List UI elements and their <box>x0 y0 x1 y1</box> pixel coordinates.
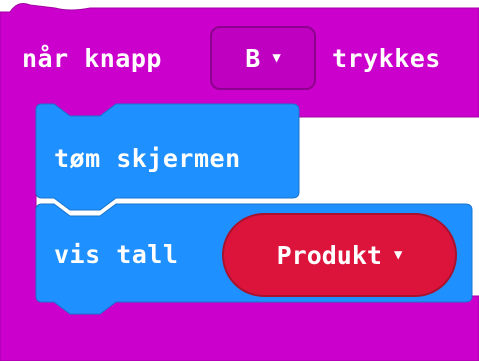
show-number-label: vis tall <box>54 240 179 269</box>
variable-dropdown[interactable]: Produkt ▼ <box>222 213 457 297</box>
event-suffix-label: trykkes <box>332 44 441 73</box>
blocks-workspace: når knapp B ▼ trykkes tøm skjermen vis t… <box>0 0 479 361</box>
chevron-down-icon: ▼ <box>393 247 403 263</box>
clear-screen-label: tøm skjermen <box>54 144 241 173</box>
button-select-dropdown[interactable]: B ▼ <box>210 26 316 90</box>
button-select-value: B <box>245 43 261 73</box>
variable-name: Produkt <box>276 240 382 270</box>
chevron-down-icon: ▼ <box>272 50 281 66</box>
event-prefix-label: når knapp <box>22 44 162 73</box>
